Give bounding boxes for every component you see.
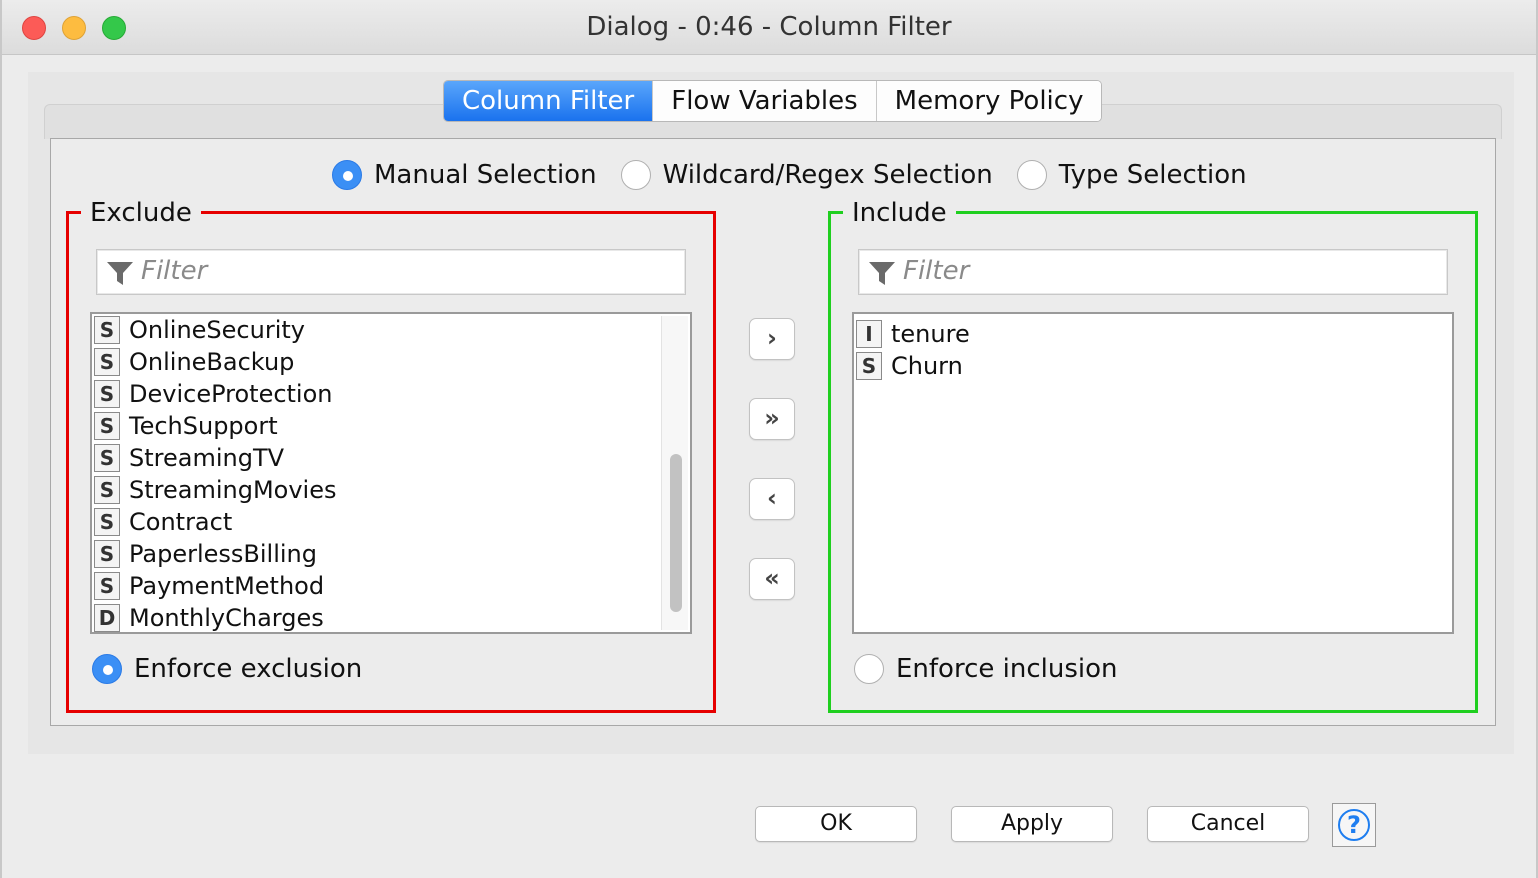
cancel-button[interactable]: Cancel <box>1147 806 1309 842</box>
string-type-icon: S <box>94 508 120 536</box>
type-selection-radio[interactable] <box>1016 160 1047 190</box>
include-group-title: Include <box>843 196 956 230</box>
list-item[interactable]: S TechSupport <box>94 410 278 442</box>
column-name: PaymentMethod <box>129 572 325 600</box>
integer-type-icon: I <box>856 320 882 348</box>
add-all-button[interactable]: » <box>749 398 795 440</box>
ok-button[interactable]: OK <box>755 806 917 842</box>
string-type-icon: S <box>94 380 120 408</box>
column-name: Contract <box>129 508 233 536</box>
string-type-icon: S <box>94 572 120 600</box>
list-item[interactable]: S Churn <box>856 350 963 382</box>
apply-button[interactable]: Apply <box>951 806 1113 842</box>
enforce-exclusion-label[interactable]: Enforce exclusion <box>134 654 362 684</box>
exclude-filter-placeholder: Filter <box>141 256 208 286</box>
exclude-column-list[interactable]: S OnlineSecurity S OnlineBackup S Device… <box>90 312 692 634</box>
exclude-group-title: Exclude <box>81 196 201 230</box>
double-type-icon: D <box>94 604 120 632</box>
tab-memory-policy[interactable]: Memory Policy <box>875 81 1102 121</box>
manual-selection-radio[interactable] <box>332 160 362 190</box>
list-item[interactable]: S OnlineSecurity <box>94 314 305 346</box>
type-selection-label[interactable]: Type Selection <box>1059 160 1247 190</box>
exclude-list-scroll-thumb[interactable] <box>670 454 682 612</box>
wildcard-regex-selection-label[interactable]: Wildcard/Regex Selection <box>663 160 993 190</box>
help-button[interactable]: ? <box>1332 803 1376 847</box>
dialog-window: Dialog - 0:46 - Column Filter Column Fil… <box>0 0 1538 878</box>
include-filter-placeholder: Filter <box>903 256 970 286</box>
filter-funnel-icon <box>107 262 133 285</box>
manual-selection-label[interactable]: Manual Selection <box>374 160 597 190</box>
column-name: PaperlessBilling <box>129 540 317 568</box>
string-type-icon: S <box>94 316 120 344</box>
list-item[interactable]: S Contract <box>94 506 232 538</box>
list-item[interactable]: S OnlineBackup <box>94 346 294 378</box>
string-type-icon: S <box>94 412 120 440</box>
include-filter-input[interactable]: Filter <box>858 249 1448 295</box>
enforce-exclusion-option: Enforce exclusion <box>92 654 362 684</box>
list-item[interactable]: I tenure <box>856 318 970 350</box>
title-bar: Dialog - 0:46 - Column Filter <box>2 0 1536 55</box>
enforce-inclusion-label[interactable]: Enforce inclusion <box>896 654 1118 684</box>
list-item[interactable]: S DeviceProtection <box>94 378 333 410</box>
exclude-list-scrollbar[interactable] <box>661 316 688 630</box>
column-name: StreamingTV <box>129 444 285 472</box>
remove-all-button[interactable]: « <box>749 558 795 600</box>
column-name: tenure <box>891 320 970 348</box>
exclude-filter-input[interactable]: Filter <box>96 249 686 295</box>
column-name: OnlineBackup <box>129 348 295 376</box>
string-type-icon: S <box>94 444 120 472</box>
help-icon: ? <box>1338 809 1370 841</box>
enforce-inclusion-option: Enforce inclusion <box>854 654 1118 684</box>
add-selected-button[interactable]: › <box>749 318 795 360</box>
column-name: Churn <box>891 352 963 380</box>
string-type-icon: S <box>94 476 120 504</box>
tab-flow-variables[interactable]: Flow Variables <box>652 81 876 121</box>
column-name: DeviceProtection <box>129 380 333 408</box>
include-column-list[interactable]: I tenure S Churn <box>852 312 1454 634</box>
tab-bar: Column Filter Flow Variables Memory Poli… <box>443 80 1103 122</box>
column-name: StreamingMovies <box>129 476 337 504</box>
list-item[interactable]: S PaymentMethod <box>94 570 324 602</box>
filter-funnel-icon <box>869 262 895 285</box>
list-item[interactable]: S StreamingMovies <box>94 474 336 506</box>
column-name: TechSupport <box>129 412 278 440</box>
string-type-icon: S <box>856 352 882 380</box>
remove-selected-button[interactable]: ‹ <box>749 478 795 520</box>
column-name: OnlineSecurity <box>129 316 305 344</box>
window-title: Dialog - 0:46 - Column Filter <box>586 12 952 42</box>
column-name: MonthlyCharges <box>129 604 324 632</box>
string-type-icon: S <box>94 348 120 376</box>
enforce-exclusion-radio[interactable] <box>92 654 122 684</box>
string-type-icon: S <box>94 540 120 568</box>
tab-column-filter[interactable]: Column Filter <box>444 81 653 121</box>
selection-mode-group: Manual Selection Wildcard/Regex Selectio… <box>332 158 1271 192</box>
list-item[interactable]: S PaperlessBilling <box>94 538 317 570</box>
enforce-inclusion-radio[interactable] <box>854 654 884 684</box>
list-item[interactable]: D MonthlyCharges <box>94 602 324 632</box>
wildcard-regex-selection-radio[interactable] <box>620 160 651 190</box>
list-item[interactable]: S StreamingTV <box>94 442 284 474</box>
